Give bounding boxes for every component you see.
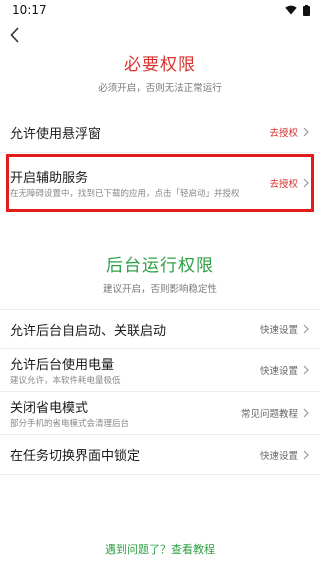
permission-title: 允许后台自启动、关联启动 (10, 323, 167, 339)
permission-title: 允许后台使用电量 (10, 357, 115, 373)
permission-title: 允许使用悬浮窗 (10, 126, 102, 142)
permission-description: 在无障碍设置中，找到已下载的应用，点击「轻启动」并授权 (10, 188, 240, 199)
permission-description: 建议允许，本软件耗电量极低 (10, 375, 121, 386)
chevron-right-icon (303, 365, 309, 375)
background-permissions-subtitle: 建议开启，否则影响稳定性 (102, 284, 217, 295)
grant-button[interactable]: 去授权 (269, 176, 298, 190)
chevron-right-icon (303, 450, 309, 459)
chevron-right-icon (303, 127, 309, 137)
chevron-right-icon (303, 408, 309, 418)
permission-row-autostart[interactable]: 允许后台自启动、关联启动 快速设置 (0, 309, 320, 349)
status-bar: 10:17 (0, 0, 320, 20)
permission-description: 部分手机的省电模式会清理后台 (10, 418, 130, 429)
quick-settings-button[interactable]: 快速设置 (260, 448, 298, 462)
chevron-right-icon (303, 178, 309, 188)
permission-row-accessibility[interactable]: 开启辅助服务 在无障碍设置中，找到已下载的应用，点击「轻启动」并授权 去授权 (0, 153, 320, 213)
wifi-icon (285, 5, 297, 15)
chevron-right-icon (303, 324, 309, 334)
quick-settings-button[interactable]: 快速设置 (260, 322, 298, 336)
required-permissions-title: 必要权限 (124, 55, 196, 75)
permission-title: 在任务切换界面中锁定 (10, 449, 141, 464)
required-permissions-subtitle: 必须开启，否则无法正常运行 (98, 83, 222, 94)
help-tutorial-link[interactable]: 遇到问题了？查看教程 (0, 541, 320, 557)
back-arrow-icon (10, 27, 19, 43)
battery-icon (303, 4, 310, 16)
permission-title: 关闭省电模式 (10, 400, 89, 416)
back-button[interactable] (10, 23, 30, 47)
permission-row-overlay[interactable]: 允许使用悬浮窗 去授权 (0, 112, 320, 153)
quick-settings-button[interactable]: 快速设置 (260, 363, 298, 377)
permission-row-lock-recents[interactable]: 在任务切换界面中锁定 快速设置 (0, 435, 320, 475)
permission-row-power-saving[interactable]: 关闭省电模式 部分手机的省电模式会清理后台 常见问题教程 (0, 392, 320, 435)
grant-button[interactable]: 去授权 (269, 125, 298, 139)
background-permissions-title: 后台运行权限 (106, 256, 214, 276)
background-permissions-header: 后台运行权限 建议开启，否则影响稳定性 (0, 251, 320, 295)
status-icons (285, 4, 310, 16)
faq-tutorial-button[interactable]: 常见问题教程 (241, 406, 298, 420)
permission-title: 开启辅助服务 (10, 170, 89, 186)
status-time: 10:17 (12, 3, 47, 17)
permission-row-battery[interactable]: 允许后台使用电量 建议允许，本软件耗电量极低 快速设置 (0, 349, 320, 392)
required-permissions-header: 必要权限 必须开启，否则无法正常运行 (0, 50, 320, 94)
